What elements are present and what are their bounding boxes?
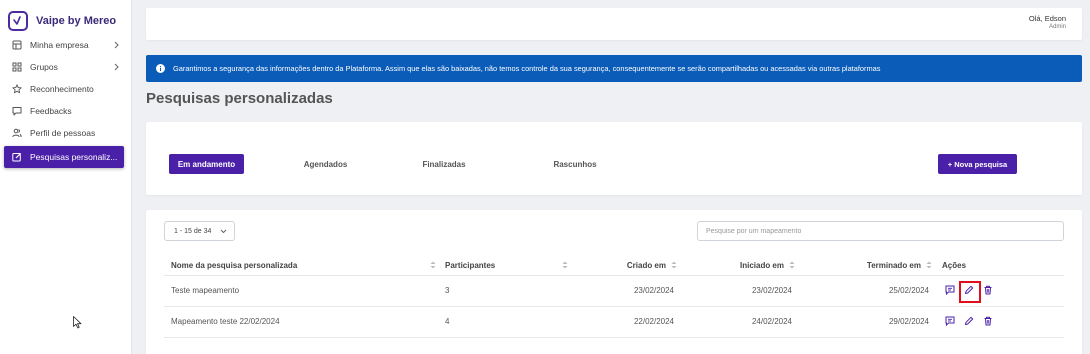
people-icon xyxy=(12,128,22,138)
tab-em-andamento[interactable]: Em andamento xyxy=(169,154,244,174)
column-header-participants[interactable]: Participantes xyxy=(445,254,495,276)
ended-date: 25/02/2024 xyxy=(888,285,929,295)
sort-icon[interactable] xyxy=(562,261,568,269)
sidebar-item-minha-empresa[interactable]: Minha empresa xyxy=(0,34,132,56)
user-greeting: Olá, Edson xyxy=(1028,14,1066,23)
sidebar-item-label: Grupos xyxy=(30,62,58,72)
pencil-icon[interactable] xyxy=(963,315,975,327)
table-header: Nome da pesquisa personalizada Participa… xyxy=(164,254,1064,276)
chat-icon xyxy=(12,106,22,116)
created-date: 23/02/2024 xyxy=(633,285,674,295)
sidebar-item-label: Reconhecimento xyxy=(30,84,94,94)
participants-count: 4 xyxy=(445,316,450,326)
sidebar-item-label: Perfil de pessoas xyxy=(30,128,96,138)
sidebar-item-perfil-de-pessoas[interactable]: Perfil de pessoas xyxy=(0,122,132,144)
trash-icon[interactable] xyxy=(982,315,994,327)
table-row[interactable]: Mapeamento teste 22/02/2024 4 22/02/2024… xyxy=(164,307,1064,338)
brand[interactable]: Vaipe by Mereo xyxy=(8,10,116,32)
column-header-name[interactable]: Nome da pesquisa personalizada xyxy=(171,254,297,276)
survey-name[interactable]: Teste mapeamento xyxy=(171,276,239,304)
survey-name[interactable]: Mapeamento teste 22/02/2024 xyxy=(171,307,280,335)
tab-agendados[interactable]: Agendados xyxy=(298,154,353,174)
sidebar-item-label: Feedbacks xyxy=(30,106,72,116)
mouse-cursor-icon xyxy=(73,316,82,334)
search-input[interactable] xyxy=(697,221,1064,241)
tab-rascunhos[interactable]: Rascunhos xyxy=(550,154,600,174)
chevron-down-icon xyxy=(220,228,227,235)
sort-icon[interactable] xyxy=(430,261,436,269)
new-survey-button[interactable]: + Nova pesquisa xyxy=(938,154,1017,174)
page-title: Pesquisas personalizadas xyxy=(146,90,333,107)
column-header-started[interactable]: Iniciado em xyxy=(694,254,784,276)
sidebar-item-label: Pesquisas personaliz... xyxy=(30,152,118,162)
chevron-right-icon xyxy=(112,62,120,72)
sidebar-item-feedbacks[interactable]: Feedbacks xyxy=(0,100,132,122)
edit-icon xyxy=(12,152,22,162)
surveys-table-card: 1 - 15 de 34 Nome da pesquisa personaliz… xyxy=(146,210,1082,354)
sidebar-item-label: Minha empresa xyxy=(30,40,89,50)
comment-icon[interactable] xyxy=(944,315,956,327)
vaipe-logo-icon xyxy=(8,11,28,31)
started-date: 24/02/2024 xyxy=(751,316,792,326)
trash-icon[interactable] xyxy=(982,284,994,296)
top-header: Olá, Edson Admin xyxy=(146,8,1082,40)
table-row[interactable]: Teste mapeamento 3 23/02/2024 23/02/2024… xyxy=(164,276,1064,307)
started-date: 23/02/2024 xyxy=(751,285,792,295)
user-menu[interactable]: Olá, Edson Admin xyxy=(1029,14,1066,30)
participants-count: 3 xyxy=(445,285,450,295)
grid-icon xyxy=(12,62,22,72)
info-icon xyxy=(156,64,165,73)
pencil-icon[interactable] xyxy=(963,284,975,296)
status-tabs-card: Em andamento Agendados Finalizadas Rascu… xyxy=(146,122,1082,195)
sidebar-item-pesquisas-personalizadas[interactable]: Pesquisas personaliz... xyxy=(4,146,124,168)
column-header-actions: Ações xyxy=(942,260,967,270)
security-alert-banner: Garantimos a segurança das informações d… xyxy=(146,55,1082,82)
sidebar-nav: Minha empresa Grupos Reconhecimento Feed… xyxy=(0,34,132,168)
sort-icon[interactable] xyxy=(789,261,795,269)
ended-date: 29/02/2024 xyxy=(888,316,929,326)
page-size-select[interactable]: 1 - 15 de 34 xyxy=(164,221,235,241)
column-header-created[interactable]: Criado em xyxy=(582,254,666,276)
sort-icon[interactable] xyxy=(926,261,932,269)
sort-icon[interactable] xyxy=(671,261,677,269)
sidebar: Vaipe by Mereo Minha empresa Grupos Reco… xyxy=(0,0,132,354)
user-role: Admin xyxy=(1048,24,1066,30)
column-header-ended[interactable]: Terminado em xyxy=(824,254,921,276)
sidebar-item-reconhecimento[interactable]: Reconhecimento xyxy=(0,78,132,100)
sidebar-item-grupos[interactable]: Grupos xyxy=(0,56,132,78)
tab-finalizadas[interactable]: Finalizadas xyxy=(414,154,474,174)
star-icon xyxy=(12,84,22,94)
building-icon xyxy=(12,40,22,50)
alert-text: Garantimos a segurança das informações d… xyxy=(173,64,881,73)
brand-name: Vaipe by Mereo xyxy=(36,15,117,27)
comment-icon[interactable] xyxy=(944,284,956,296)
created-date: 22/02/2024 xyxy=(633,316,674,326)
page-size-label: 1 - 15 de 34 xyxy=(174,227,212,235)
chevron-right-icon xyxy=(112,40,120,50)
